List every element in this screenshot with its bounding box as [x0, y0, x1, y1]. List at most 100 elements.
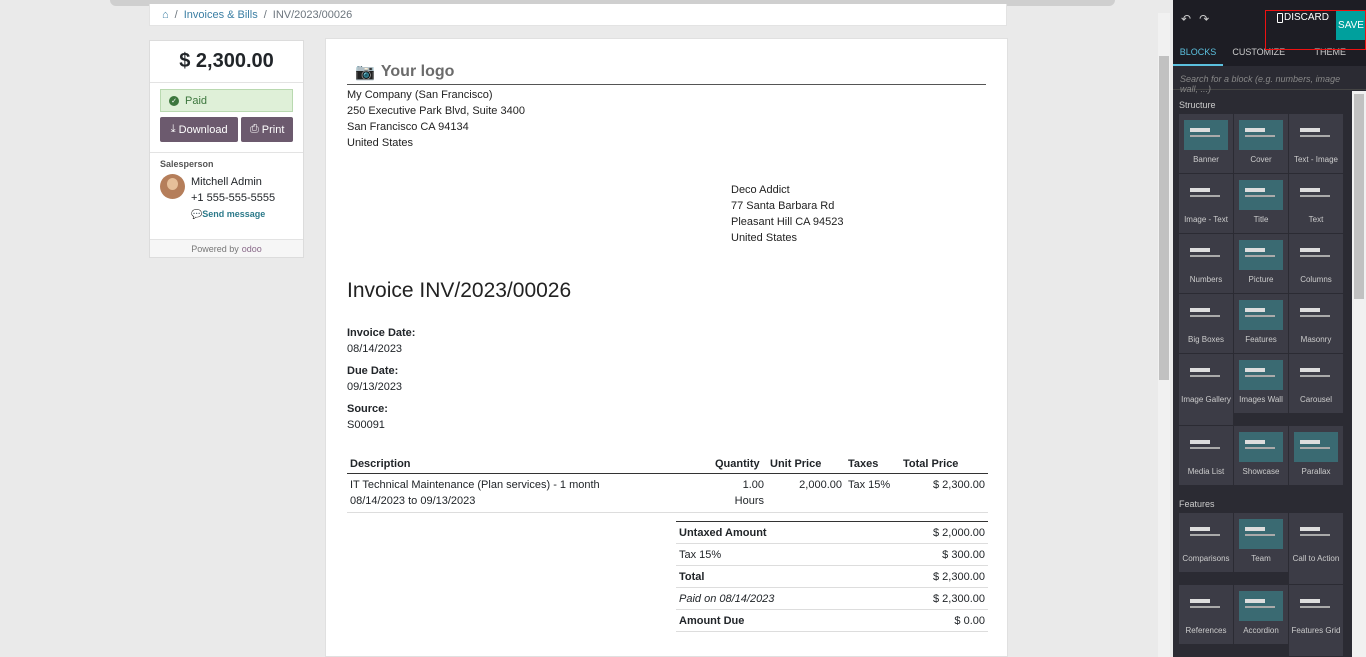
scrollbar-thumb[interactable] — [1159, 56, 1169, 380]
block-label: Comparisons — [1182, 554, 1230, 563]
source-label: Source: — [347, 403, 388, 415]
home-icon[interactable]: ⌂ — [162, 9, 169, 21]
breadcrumb-invoices[interactable]: Invoices & Bills — [184, 9, 258, 21]
block-label: Text — [1308, 215, 1324, 224]
block-thumbnail-icon — [1294, 120, 1338, 150]
block-thumbnail-icon — [1294, 180, 1338, 210]
redo-icon[interactable]: ↷ — [1199, 12, 1209, 26]
structure-block[interactable]: Carousel — [1289, 354, 1343, 413]
structure-block[interactable]: Images Wall — [1234, 354, 1288, 413]
feature-block[interactable]: References — [1179, 585, 1233, 644]
due-date: 09/13/2023 — [347, 381, 403, 393]
structure-block[interactable]: Showcase — [1234, 426, 1288, 485]
undo-icon[interactable]: ↶ — [1181, 12, 1191, 26]
structure-block[interactable]: Text — [1289, 174, 1343, 233]
print-button[interactable]: ⎙ Print — [241, 117, 293, 142]
block-thumbnail-icon — [1294, 519, 1338, 549]
column-header: Unit Price — [767, 455, 845, 474]
company-line: 250 Executive Park Blvd, Suite 3400 — [347, 105, 525, 117]
block-label: Images Wall — [1239, 395, 1283, 404]
structure-block[interactable]: Banner — [1179, 114, 1233, 173]
block-thumbnail-icon — [1294, 240, 1338, 270]
scrollbar-thumb[interactable] — [1354, 94, 1364, 299]
block-label: Cover — [1250, 155, 1272, 164]
logo-text: Your logo — [380, 62, 455, 80]
block-label: Numbers — [1189, 275, 1223, 284]
block-thumbnail-icon — [1239, 240, 1283, 270]
block-search-input[interactable]: Search for a block (e.g. numbers, image … — [1173, 66, 1366, 94]
breadcrumb-current: INV/2023/00026 — [272, 8, 353, 21]
structure-block[interactable]: Columns — [1289, 234, 1343, 293]
structure-block[interactable]: Big Boxes — [1179, 294, 1233, 353]
powered-by-label: Powered by — [191, 243, 239, 254]
download-label: Download — [178, 123, 228, 136]
table-row: IT Technical Maintenance (Plan services)… — [347, 473, 988, 513]
block-thumbnail-icon — [1239, 120, 1283, 150]
invoice-document: 📷 Your logo My Company (San Francisco) 25… — [325, 38, 1008, 657]
block-label: Carousel — [1299, 395, 1332, 404]
invoice-title: Invoice INV/2023/00026 — [347, 279, 572, 302]
block-label: Showcase — [1242, 467, 1280, 476]
invoice-amount: $ 2,300.00 — [150, 41, 303, 83]
structure-block[interactable]: Cover — [1234, 114, 1288, 173]
structure-block[interactable]: Numbers — [1179, 234, 1233, 293]
features-heading: Features — [1179, 499, 1215, 509]
feature-blocks: Comparisons Team Call to Action References A… — [1173, 513, 1366, 656]
invoice-date-label: Invoice Date: — [347, 327, 416, 339]
block-thumbnail-icon — [1239, 180, 1283, 210]
feature-block[interactable]: Team — [1234, 513, 1288, 572]
block-thumbnail-icon — [1184, 180, 1228, 210]
structure-block[interactable]: Text - Image — [1289, 114, 1343, 173]
editor-scrollbar[interactable] — [1352, 91, 1366, 657]
feature-block[interactable]: Call to Action — [1289, 513, 1343, 584]
customer-address: Deco Addict 77 Santa Barbara Rd Pleasant… — [731, 182, 844, 246]
structure-block[interactable]: Parallax — [1289, 426, 1343, 485]
print-icon: ⎙ — [249, 123, 259, 135]
tab-blocks[interactable]: BLOCKS — [1173, 38, 1224, 66]
block-label: Team — [1251, 554, 1271, 563]
structure-block[interactable]: Masonry — [1289, 294, 1343, 353]
structure-block[interactable]: Image - Text — [1179, 174, 1233, 233]
structure-block[interactable]: Title — [1234, 174, 1288, 233]
download-button[interactable]: ⤓ Download — [160, 117, 239, 142]
feature-block[interactable]: Comparisons — [1179, 513, 1233, 572]
block-label: Columns — [1300, 275, 1332, 284]
paid-label: Paid on 08/14/2023 — [676, 587, 875, 610]
block-label: Features Grid — [1291, 626, 1341, 635]
block-thumbnail-icon — [1239, 519, 1283, 549]
salesperson-section: Salesperson Mitchell Admin +1 555-555-55… — [150, 152, 303, 222]
line-quantity: 1.00 Hours — [712, 473, 767, 513]
structure-block[interactable]: Features — [1234, 294, 1288, 353]
send-message-link[interactable]: 💬Send message — [191, 206, 275, 222]
company-logo[interactable]: 📷 Your logo — [347, 59, 986, 85]
invoice-lines-table: Description Quantity Unit Price Taxes To… — [347, 455, 988, 513]
block-label: Masonry — [1300, 335, 1332, 344]
feature-block[interactable]: Accordion — [1234, 585, 1288, 644]
structure-block[interactable]: Image Gallery — [1179, 354, 1233, 425]
block-label: Title — [1253, 215, 1269, 224]
block-thumbnail-icon — [1184, 240, 1228, 270]
check-circle-icon: ✓ — [169, 95, 179, 106]
odoo-logo[interactable]: odoo — [242, 244, 262, 254]
salesperson-heading: Salesperson — [160, 159, 214, 169]
send-message-label: Send message — [202, 209, 266, 219]
website-editor-panel: ↶ ↷ DISCARD SAVE BLOCKS CUSTOMIZE THEME S… — [1173, 0, 1366, 657]
block-thumbnail-icon — [1239, 591, 1283, 621]
block-thumbnail-icon — [1184, 300, 1228, 330]
block-thumbnail-icon — [1239, 432, 1283, 462]
block-thumbnail-icon — [1294, 360, 1338, 390]
feature-block[interactable]: Features Grid — [1289, 585, 1343, 656]
block-thumbnail-icon — [1294, 300, 1338, 330]
due-date-label: Due Date: — [347, 365, 399, 377]
line-taxes: Tax 15% — [845, 473, 900, 513]
structure-block[interactable]: Picture — [1234, 234, 1288, 293]
structure-block[interactable]: Media List — [1179, 426, 1233, 485]
block-label: Parallax — [1301, 467, 1331, 476]
column-header: Taxes — [845, 455, 900, 474]
column-header: Quantity — [712, 455, 767, 474]
block-thumbnail-icon — [1184, 519, 1228, 549]
block-label: Picture — [1248, 275, 1274, 284]
company-line: My Company (San Francisco) — [347, 89, 493, 101]
line-total: $ 2,300.00 — [900, 473, 988, 513]
page-scrollbar[interactable] — [1158, 13, 1170, 657]
